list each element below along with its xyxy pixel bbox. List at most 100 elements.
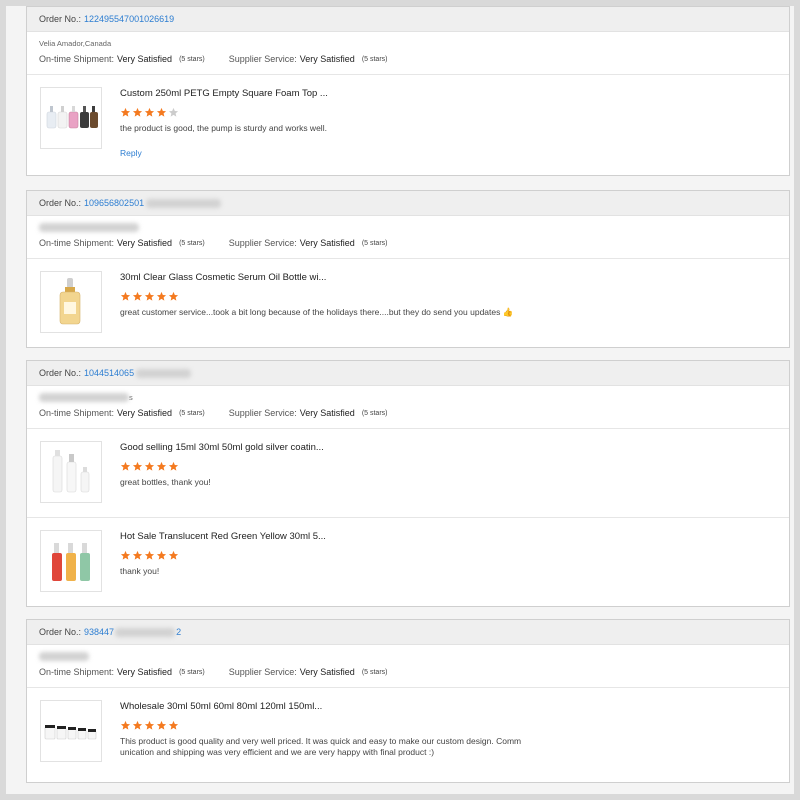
product-thumbnail[interactable] — [40, 271, 102, 333]
supplier-service-stars: (5 stars) — [361, 409, 388, 417]
order-no-label: Order No.: — [39, 198, 82, 208]
redacted-buyer-name — [39, 392, 129, 402]
star-rating — [120, 717, 769, 733]
ontime-shipment-label: On-time Shipment: — [39, 54, 115, 64]
review-item: Wholesale 30ml 50ml 60ml 80ml 120ml 150m… — [27, 687, 789, 782]
order-no-link[interactable]: 122495547001026619 — [84, 14, 174, 24]
review-item: 30ml Clear Glass Cosmetic Serum Oil Bott… — [27, 258, 789, 347]
buyer-name — [27, 220, 789, 234]
review-item: Custom 250ml PETG Empty Square Foam Top … — [27, 74, 789, 175]
review-item: Good selling 15ml 30ml 50ml gold silver … — [27, 428, 789, 517]
review-item: Hot Sale Translucent Red Green Yellow 30… — [27, 517, 789, 606]
supplier-service-value: Very Satisfied — [299, 408, 355, 418]
ontime-shipment-stars: (5 stars) — [179, 55, 205, 63]
order-header: Order No.: 122495547001026619 — [27, 7, 789, 32]
order-card: Order No.: 122495547001026619 Velia Amad… — [26, 6, 790, 176]
order-ratings: On-time Shipment: Very Satisfied (5 star… — [27, 50, 789, 68]
star-filled-icon — [156, 107, 167, 117]
reply-link[interactable]: Reply — [120, 148, 769, 158]
supplier-service-label: Supplier Service: — [228, 667, 297, 677]
supplier-service-label: Supplier Service: — [228, 54, 297, 64]
order-card: Order No.: 1044514065 s On-time Shipment… — [26, 360, 790, 607]
order-card: Order No.: 109656802501 On-time Shipment… — [26, 190, 790, 348]
product-title[interactable]: Wholesale 30ml 50ml 60ml 80ml 120ml 150m… — [120, 700, 769, 714]
order-no-label: Order No.: — [39, 14, 82, 24]
reviews-panel: Order No.: 122495547001026619 Velia Amad… — [6, 6, 794, 794]
review-body: 30ml Clear Glass Cosmetic Serum Oil Bott… — [120, 271, 769, 318]
ontime-shipment-label: On-time Shipment: — [39, 408, 115, 418]
star-filled-icon — [132, 461, 143, 471]
star-rating — [120, 288, 769, 304]
star-filled-icon — [144, 461, 155, 471]
clear-jars-icon — [44, 725, 97, 740]
star-filled-icon — [168, 550, 179, 560]
star-filled-icon — [132, 720, 143, 730]
order-no-label: Order No.: — [39, 627, 82, 637]
order-card: Order No.: 938447 2 On-time Shipment: Ve… — [26, 619, 790, 783]
product-thumbnail[interactable] — [40, 441, 102, 503]
supplier-service-stars: (5 stars) — [361, 668, 388, 676]
ontime-shipment-stars: (5 stars) — [179, 409, 205, 417]
star-filled-icon — [132, 550, 143, 560]
product-title[interactable]: Custom 250ml PETG Empty Square Foam Top … — [120, 87, 769, 101]
ontime-shipment-stars: (5 stars) — [179, 239, 205, 247]
star-filled-icon — [120, 291, 131, 301]
star-filled-icon — [120, 107, 131, 117]
colored-spray-bottles-icon — [52, 543, 90, 581]
review-body: Good selling 15ml 30ml 50ml gold silver … — [120, 441, 769, 488]
review-comment-line: This product is good quality and very we… — [120, 736, 522, 746]
order-header: Order No.: 109656802501 — [27, 191, 789, 216]
order-no-link[interactable]: 109656802501 — [84, 198, 144, 208]
order-header: Order No.: 1044514065 — [27, 361, 789, 386]
review-comment: This product is good quality and very we… — [120, 736, 769, 758]
order-no-link[interactable]: 1044514065 — [84, 368, 134, 378]
star-filled-icon — [156, 550, 167, 560]
supplier-service-stars: (5 stars) — [361, 239, 388, 247]
ontime-shipment-label: On-time Shipment: — [39, 238, 115, 248]
order-ratings: On-time Shipment: Very Satisfied (5 star… — [27, 404, 789, 422]
buyer-name — [27, 649, 789, 663]
order-no-link[interactable]: 938447 — [84, 627, 114, 637]
star-rating — [120, 547, 769, 563]
ontime-shipment-value: Very Satisfied — [117, 54, 173, 64]
buyer-name: Velia Amador,Canada — [39, 38, 112, 48]
redacted-buyer-name — [39, 222, 139, 232]
review-comment-line: unication and shipping was very efficien… — [120, 747, 435, 757]
screenshot-frame: Order No.: 122495547001026619 Velia Amad… — [0, 0, 800, 800]
star-filled-icon — [120, 720, 131, 730]
product-thumbnail[interactable] — [40, 87, 102, 149]
order-no-link-end[interactable]: 2 — [176, 627, 181, 637]
star-rating — [120, 104, 769, 120]
supplier-service-label: Supplier Service: — [228, 408, 297, 418]
star-filled-icon — [132, 107, 143, 117]
foam-pump-bottles-icon — [46, 106, 98, 129]
supplier-service-label: Supplier Service: — [228, 238, 297, 248]
review-comment: great bottles, thank you! — [120, 477, 211, 487]
serum-dropper-bottle-icon — [59, 278, 81, 325]
buyer-name-suffix: s — [129, 392, 133, 402]
product-title[interactable]: Good selling 15ml 30ml 50ml gold silver … — [120, 441, 769, 455]
product-title[interactable]: Hot Sale Translucent Red Green Yellow 30… — [120, 530, 769, 544]
star-rating — [120, 458, 769, 474]
star-filled-icon — [156, 461, 167, 471]
product-title[interactable]: 30ml Clear Glass Cosmetic Serum Oil Bott… — [120, 271, 769, 285]
supplier-service-stars: (5 stars) — [361, 55, 388, 63]
star-filled-icon — [144, 291, 155, 301]
review-body: Hot Sale Translucent Red Green Yellow 30… — [120, 530, 769, 577]
product-thumbnail[interactable] — [40, 700, 102, 762]
order-ratings: On-time Shipment: Very Satisfied (5 star… — [27, 234, 789, 252]
buyer-name: s — [27, 390, 789, 404]
star-filled-icon — [168, 291, 179, 301]
star-filled-icon — [144, 550, 155, 560]
order-no-label: Order No.: — [39, 368, 82, 378]
ontime-shipment-value: Very Satisfied — [117, 667, 173, 677]
star-filled-icon — [132, 291, 143, 301]
ontime-shipment-label: On-time Shipment: — [39, 667, 115, 677]
redacted-order-no — [136, 368, 192, 378]
star-filled-icon — [156, 291, 167, 301]
supplier-service-value: Very Satisfied — [299, 667, 355, 677]
product-thumbnail[interactable] — [40, 530, 102, 592]
redacted-buyer-name — [39, 651, 89, 661]
order-header: Order No.: 938447 2 — [27, 620, 789, 645]
review-comment: great customer service...took a bit long… — [120, 307, 514, 317]
